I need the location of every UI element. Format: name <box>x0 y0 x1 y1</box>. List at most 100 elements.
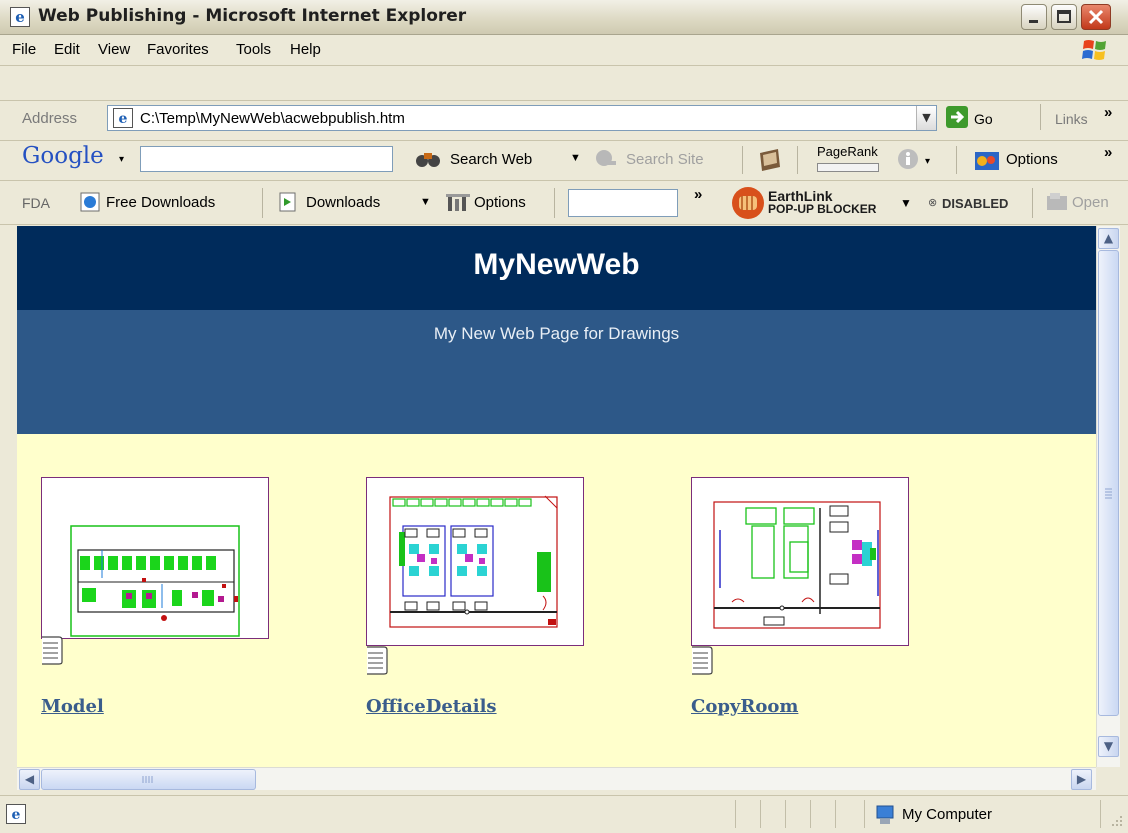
maximize-button[interactable] <box>1051 4 1077 30</box>
minimize-icon <box>1029 20 1038 23</box>
divider <box>835 800 836 828</box>
earthlink-popup-blocker[interactable]: EarthLink POP-UP BLOCKER <box>768 189 876 215</box>
address-toolbar <box>0 66 1128 101</box>
google-overflow-icon[interactable]: » <box>1104 144 1112 161</box>
menu-bar: File Edit View Favorites Tools Help <box>0 35 1128 66</box>
chevron-left-icon: ◀ <box>24 772 35 786</box>
google-logo[interactable]: Google <box>22 143 104 169</box>
svg-text:e: e <box>12 807 21 823</box>
grip-icon <box>1105 488 1112 499</box>
horizontal-scrollbar[interactable]: ◀ ▶ <box>17 767 1096 790</box>
scroll-left-button[interactable]: ◀ <box>19 769 40 790</box>
close-icon <box>1088 9 1104 25</box>
info-dropdown-icon[interactable]: ▾ <box>925 156 930 167</box>
search-web-dropdown-icon[interactable]: ▼ <box>570 152 581 164</box>
earthlink-logo <box>732 187 764 219</box>
fda-options-button[interactable]: Options <box>474 194 526 211</box>
menu-view[interactable]: View <box>98 41 130 58</box>
divider <box>760 800 761 828</box>
popup-status[interactable]: DISABLED <box>942 196 1008 211</box>
site-header: MyNewWeb <box>17 226 1096 310</box>
menu-file[interactable]: File <box>12 41 36 58</box>
site-subheader: My New Web Page for Drawings <box>17 310 1096 434</box>
fist-icon <box>739 196 757 210</box>
menu-tools[interactable]: Tools <box>236 41 271 58</box>
dwg-file-icon <box>692 646 713 675</box>
maximize-icon <box>1057 10 1071 23</box>
menu-edit[interactable]: Edit <box>54 41 80 58</box>
drawing-link-officedetails[interactable]: OfficeDetails <box>366 696 497 717</box>
scroll-corner <box>1096 767 1119 790</box>
my-computer-icon <box>876 805 894 824</box>
divider <box>797 146 798 174</box>
divider <box>735 800 736 828</box>
drawing-thumbnail-officedetails[interactable] <box>366 477 584 646</box>
menu-favorites[interactable]: Favorites <box>147 41 209 58</box>
pagerank-bar <box>817 163 879 172</box>
search-site-icon <box>596 150 616 166</box>
fda-label: FDA <box>22 195 50 211</box>
scroll-down-button[interactable]: ▼ <box>1098 736 1119 757</box>
divider <box>1100 800 1101 828</box>
vertical-scroll-thumb[interactable] <box>1098 250 1119 716</box>
floorplan-officedetails-image <box>389 495 558 628</box>
divider <box>864 800 865 828</box>
divider <box>785 800 786 828</box>
downloads-button[interactable]: Downloads <box>306 194 380 211</box>
chevron-up-icon: ▲ <box>1103 231 1114 245</box>
close-button[interactable] <box>1081 4 1111 30</box>
windows-logo-icon <box>1082 40 1106 60</box>
pagerank-label: PageRank <box>817 144 878 159</box>
security-zone: My Computer <box>902 806 993 823</box>
divider <box>956 146 957 174</box>
free-downloads-button[interactable]: Free Downloads <box>106 194 215 211</box>
fda-search-input[interactable] <box>568 189 678 217</box>
page-title: MyNewWeb <box>473 248 640 281</box>
menu-help[interactable]: Help <box>290 41 321 58</box>
dwg-file-icon <box>367 646 388 675</box>
earthlink-name: EarthLink <box>768 188 833 204</box>
drawing-link-copyroom[interactable]: CopyRoom <box>691 696 798 717</box>
fda-overflow-icon[interactable]: » <box>694 186 702 203</box>
scroll-right-button[interactable]: ▶ <box>1071 769 1092 790</box>
chevron-right-icon: ▶ <box>1076 772 1087 786</box>
floorplan-model-image <box>70 525 240 637</box>
options-icon <box>975 152 999 170</box>
divider <box>810 800 811 828</box>
google-search-input[interactable] <box>140 146 393 172</box>
search-site-button[interactable]: Search Site <box>626 151 704 168</box>
free-downloads-icon <box>80 192 100 212</box>
page-subtitle: My New Web Page for Drawings <box>433 324 680 343</box>
svg-text:e: e <box>15 8 25 26</box>
open-icon <box>1047 193 1067 210</box>
google-toolbar-top <box>0 100 1128 141</box>
horizontal-scroll-thumb[interactable] <box>41 769 256 790</box>
search-web-button[interactable]: Search Web <box>450 151 532 168</box>
downloads-dropdown-icon[interactable]: ▼ <box>420 196 431 208</box>
info-icon[interactable] <box>897 148 919 170</box>
divider <box>1032 188 1033 218</box>
open-button[interactable]: Open <box>1072 194 1109 211</box>
earthlink-dropdown-icon[interactable]: ▼ <box>900 196 912 210</box>
drawing-thumbnail-copyroom[interactable] <box>691 477 909 646</box>
divider <box>554 188 555 218</box>
scroll-up-button[interactable]: ▲ <box>1098 228 1119 249</box>
minimize-button[interactable] <box>1021 4 1047 30</box>
browser-window: e Web Publishing - Microsoft Internet Ex… <box>0 0 1128 833</box>
google-menu-caret-icon[interactable]: ▾ <box>119 154 124 165</box>
grip-icon <box>142 776 153 783</box>
drawing-thumbnail-model[interactable] <box>41 477 269 639</box>
title-bar[interactable]: e Web Publishing - Microsoft Internet Ex… <box>0 0 1128 35</box>
divider <box>742 146 743 174</box>
drawing-link-model[interactable]: Model <box>41 696 104 717</box>
window-title: Web Publishing - Microsoft Internet Expl… <box>38 6 467 26</box>
resize-grip-icon[interactable] <box>1108 814 1124 830</box>
google-options-button[interactable]: Options <box>1006 151 1058 168</box>
chevron-down-icon: ▼ <box>1103 739 1114 753</box>
page-status-icon: e <box>6 804 26 824</box>
vertical-scrollbar[interactable]: ▲ ▼ <box>1096 226 1120 767</box>
tools-icon <box>446 194 470 211</box>
floorplan-copyroom-image <box>713 501 881 629</box>
ie-icon: e <box>10 7 30 27</box>
downloads-icon <box>279 192 296 212</box>
